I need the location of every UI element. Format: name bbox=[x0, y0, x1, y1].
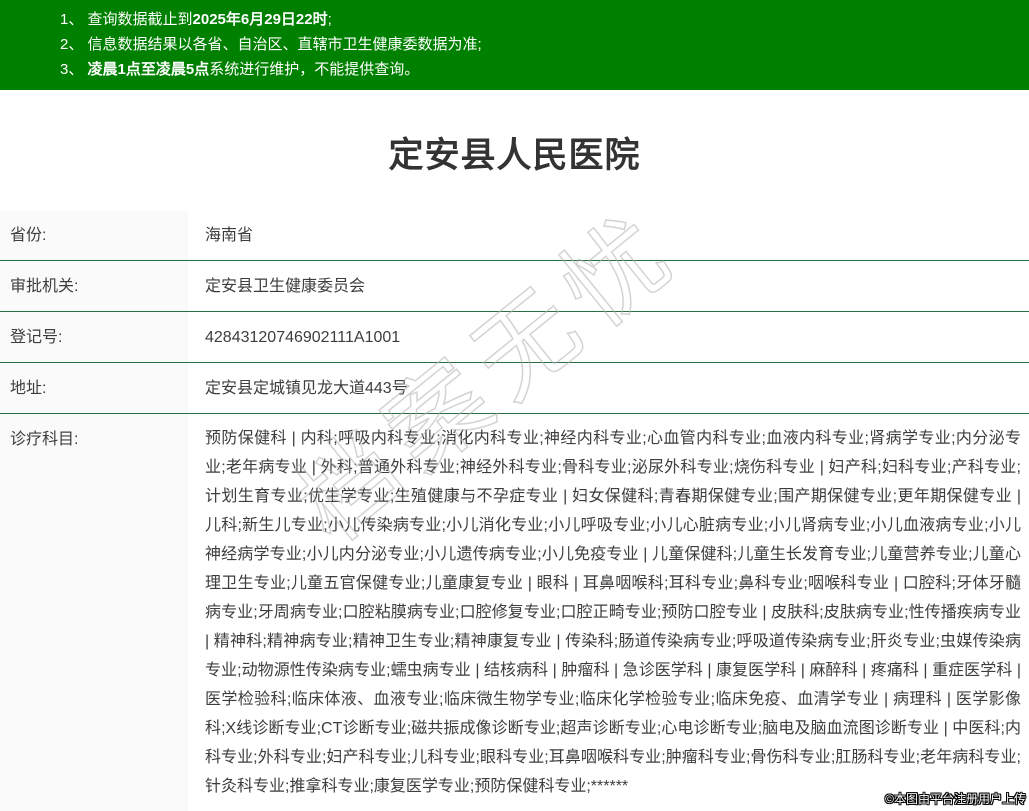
row-value-registration: 42843120746902111A1001 bbox=[205, 329, 401, 346]
notice-1-pre: 1、 查询数据截止到 bbox=[60, 11, 193, 28]
notice-1-post: ; bbox=[327, 11, 332, 28]
table-row-authority: 审批机关: 定安县卫生健康委员会 bbox=[0, 261, 1029, 312]
row-value-province: 海南省 bbox=[205, 227, 254, 244]
table-row-province: 省份: 海南省 bbox=[0, 210, 1029, 261]
row-label-authority: 审批机关: bbox=[0, 261, 188, 311]
info-table: 省份: 海南省 审批机关: 定安县卫生健康委员会 登记号: 4284312074… bbox=[0, 210, 1029, 811]
row-label-province: 省份: bbox=[0, 210, 188, 260]
table-row-departments: 诊疗科目: 预防保健科 | 内科;呼吸内科专业;消化内科专业;神经内科专业;心血… bbox=[0, 414, 1029, 811]
notice-3-bold: 凌晨1点至凌晨5点 bbox=[87, 61, 210, 78]
row-value-departments: 预防保健科 | 内科;呼吸内科专业;消化内科专业;神经内科专业;心血管内科专业;… bbox=[205, 430, 1021, 795]
row-label-address: 地址: bbox=[0, 363, 188, 413]
row-value-authority: 定安县卫生健康委员会 bbox=[205, 278, 366, 295]
notice-line-3: 3、 凌晨1点至凌晨5点系统进行维护，不能提供查询。 bbox=[60, 57, 1009, 82]
table-row-registration: 登记号: 42843120746902111A1001 bbox=[0, 312, 1029, 363]
table-row-address: 地址: 定安县定城镇见龙大道443号 bbox=[0, 363, 1029, 414]
row-value-address: 定安县定城镇见龙大道443号 bbox=[205, 380, 408, 397]
notice-3-post: 系统进行维护，不能提供查询。 bbox=[209, 61, 420, 78]
notice-line-2: 2、 信息数据结果以各省、自治区、直辖市卫生健康委数据为准; bbox=[60, 32, 1009, 57]
row-label-registration: 登记号: bbox=[0, 312, 188, 362]
notice-line-1: 1、 查询数据截止到2025年6月29日22时; bbox=[60, 7, 1009, 32]
notice-1-bold: 2025年6月29日22时 bbox=[192, 11, 328, 28]
notice-banner: 1、 查询数据截止到2025年6月29日22时; 2、 信息数据结果以各省、自治… bbox=[0, 0, 1029, 90]
hospital-title: 定安县人民医院 bbox=[388, 136, 641, 175]
upload-credit-watermark: ©本图由平台注册用户上传 bbox=[885, 792, 1026, 806]
notice-3-pre: 3、 bbox=[60, 61, 88, 78]
row-label-departments: 诊疗科目: bbox=[0, 414, 188, 811]
notice-2-pre: 2、 信息数据结果以各省、自治区、直辖市卫生健康委数据为准; bbox=[60, 36, 482, 53]
